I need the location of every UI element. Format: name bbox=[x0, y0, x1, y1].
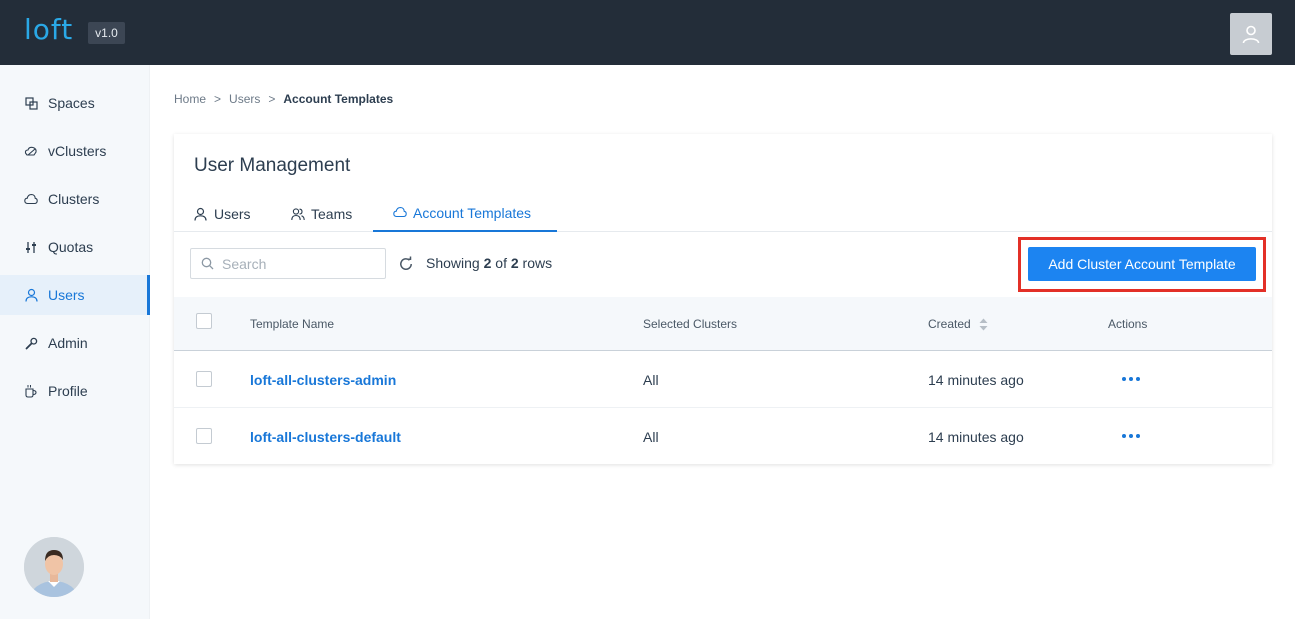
tab-users[interactable]: Users bbox=[194, 196, 251, 232]
sidebar-item-label: Users bbox=[48, 287, 85, 303]
sidebar-item-label: Profile bbox=[48, 383, 88, 399]
table-row: loft-all-clusters-admin All 14 minutes a… bbox=[174, 351, 1272, 408]
user-icon bbox=[24, 288, 38, 302]
sidebar-item-label: vClusters bbox=[48, 143, 107, 159]
sidebar-item-label: Admin bbox=[48, 335, 88, 351]
loft-logo[interactable]: loft bbox=[24, 12, 74, 48]
table-row: loft-all-clusters-default All 14 minutes… bbox=[174, 408, 1272, 465]
cloud-icon bbox=[393, 206, 407, 220]
showing-prefix: Showing bbox=[426, 255, 480, 271]
sidebar-item-users[interactable]: Users bbox=[0, 275, 150, 315]
version-badge: v1.0 bbox=[88, 22, 125, 44]
tab-bar: Users Teams Account Templates bbox=[174, 196, 1272, 232]
breadcrumb-users[interactable]: Users bbox=[229, 92, 260, 106]
sliders-icon bbox=[24, 240, 38, 254]
tab-account-templates[interactable]: Account Templates bbox=[373, 196, 557, 232]
sidebar-item-vclusters[interactable]: vClusters bbox=[0, 131, 150, 171]
template-name-link[interactable]: loft-all-clusters-admin bbox=[250, 351, 396, 408]
breadcrumb-separator: > bbox=[214, 92, 222, 106]
search-box[interactable] bbox=[190, 248, 386, 279]
template-name-link[interactable]: loft-all-clusters-default bbox=[250, 408, 401, 465]
profile-avatar[interactable] bbox=[24, 537, 84, 597]
sidebar-item-quotas[interactable]: Quotas bbox=[0, 227, 150, 267]
cloud-icon bbox=[24, 192, 38, 206]
column-header-label: Created bbox=[928, 317, 971, 331]
table-header: Template Name Selected Clusters Created … bbox=[174, 297, 1272, 351]
row-count-text: Showing 2 of 2 rows bbox=[426, 255, 552, 271]
sidebar-item-label: Quotas bbox=[48, 239, 94, 255]
showing-of: of bbox=[495, 255, 507, 271]
search-input[interactable] bbox=[222, 255, 372, 272]
sort-icon[interactable] bbox=[979, 318, 988, 331]
selected-clusters-cell: All bbox=[643, 371, 659, 388]
sidebar-item-label: Clusters bbox=[48, 191, 100, 207]
column-header-created[interactable]: Created bbox=[928, 297, 988, 351]
sidebar-item-label: Spaces bbox=[48, 95, 95, 111]
more-actions-icon[interactable] bbox=[1122, 377, 1140, 381]
logo-text: loft bbox=[24, 12, 74, 46]
column-header-actions: Actions bbox=[1108, 317, 1148, 331]
showing-count: 2 bbox=[483, 255, 492, 271]
sidebar-item-admin[interactable]: Admin bbox=[0, 323, 150, 363]
breadcrumb-home[interactable]: Home bbox=[174, 92, 206, 106]
tab-teams[interactable]: Teams bbox=[291, 196, 352, 232]
created-cell: 14 minutes ago bbox=[928, 371, 1024, 388]
search-icon bbox=[201, 257, 214, 270]
top-bar: loft v1.0 bbox=[0, 0, 1295, 65]
page-title: User Management bbox=[194, 155, 351, 176]
row-checkbox[interactable] bbox=[196, 428, 212, 444]
tab-label: Users bbox=[214, 206, 251, 222]
team-icon bbox=[291, 207, 305, 221]
showing-total: 2 bbox=[510, 255, 519, 271]
user-icon bbox=[194, 207, 208, 221]
spaces-icon bbox=[24, 96, 38, 110]
vclusters-icon bbox=[24, 144, 38, 158]
column-header-selected-clusters[interactable]: Selected Clusters bbox=[643, 297, 737, 351]
sidebar: Spaces vClusters Clusters Quotas Users A… bbox=[0, 65, 150, 619]
column-header-template-name[interactable]: Template Name bbox=[250, 297, 334, 351]
sidebar-item-profile[interactable]: Profile bbox=[0, 371, 150, 411]
breadcrumb: Home > Users > Account Templates bbox=[174, 92, 393, 106]
user-icon bbox=[1242, 25, 1260, 44]
tab-label: Account Templates bbox=[413, 205, 532, 221]
user-menu-avatar[interactable] bbox=[1230, 13, 1272, 55]
row-checkbox[interactable] bbox=[196, 371, 212, 387]
add-cluster-account-template-button[interactable]: Add Cluster Account Template bbox=[1028, 247, 1256, 281]
created-cell: 14 minutes ago bbox=[928, 428, 1024, 445]
selected-clusters-cell: All bbox=[643, 428, 659, 445]
breadcrumb-separator: > bbox=[268, 92, 276, 106]
showing-suffix: rows bbox=[522, 255, 553, 271]
user-management-card: User Management Users Teams Account Temp… bbox=[174, 134, 1272, 464]
wrench-icon bbox=[24, 336, 38, 350]
sidebar-item-spaces[interactable]: Spaces bbox=[0, 83, 150, 123]
refresh-icon[interactable] bbox=[398, 256, 414, 272]
tab-label: Teams bbox=[311, 206, 353, 222]
sidebar-item-clusters[interactable]: Clusters bbox=[0, 179, 150, 219]
breadcrumb-current: Account Templates bbox=[283, 92, 394, 106]
more-actions-icon[interactable] bbox=[1122, 434, 1140, 438]
select-all-checkbox[interactable] bbox=[196, 313, 212, 329]
coffee-icon bbox=[24, 384, 38, 398]
